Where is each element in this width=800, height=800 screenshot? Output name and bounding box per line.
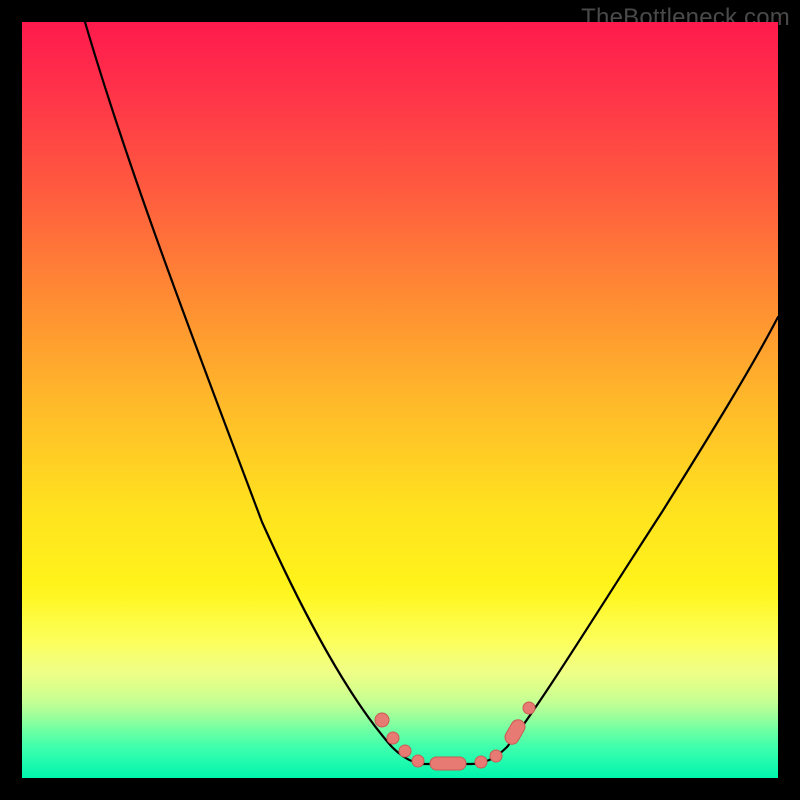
bead-long <box>430 757 466 770</box>
bead <box>490 750 502 762</box>
bead <box>375 713 389 727</box>
bead <box>387 732 399 744</box>
bead-long <box>502 717 527 747</box>
bottleneck-curve <box>85 22 778 764</box>
bead <box>399 745 411 757</box>
plot-area <box>22 22 778 778</box>
bead <box>523 702 535 714</box>
bead-cluster <box>375 702 535 770</box>
bead <box>475 756 487 768</box>
bead <box>412 755 424 767</box>
curve-svg <box>22 22 778 778</box>
